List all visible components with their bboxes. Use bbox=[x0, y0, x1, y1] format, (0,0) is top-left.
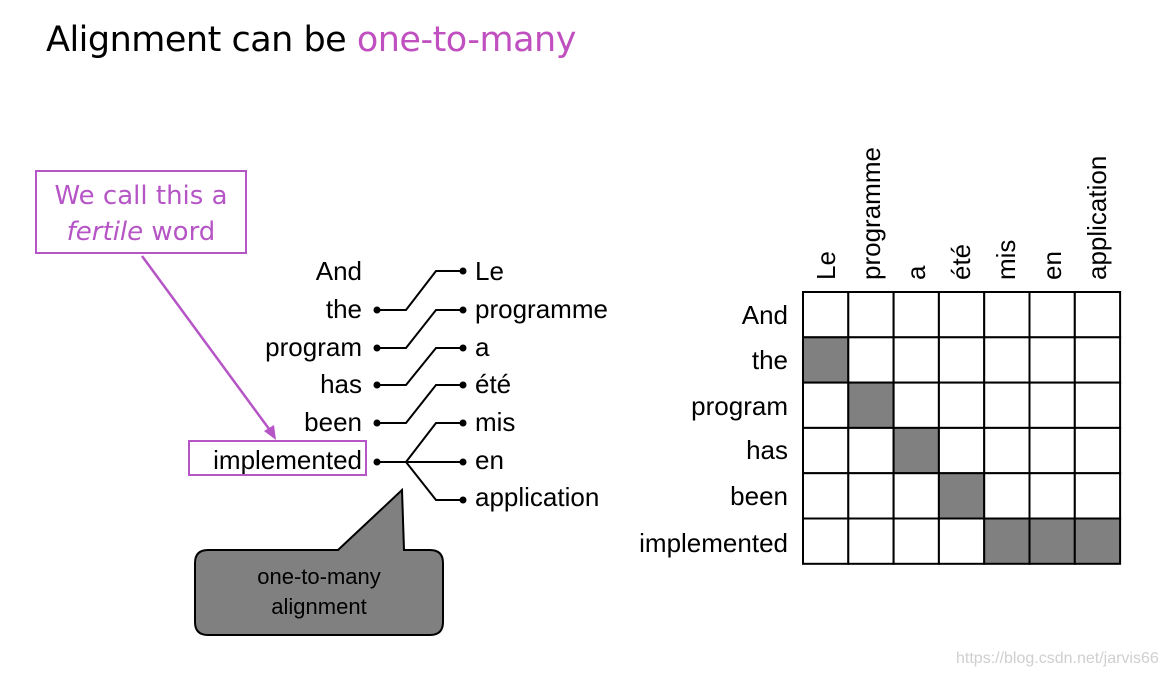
english-word-the: the bbox=[325, 294, 362, 324]
matrix-cell bbox=[1028, 336, 1076, 384]
english-word-been: been bbox=[304, 407, 362, 437]
matrix-cell bbox=[1028, 291, 1076, 339]
matrix-col-label: application bbox=[1082, 155, 1112, 280]
matrix-cell-aligned bbox=[1028, 517, 1076, 565]
matrix-cell bbox=[892, 472, 940, 520]
bubble-line2: alignment bbox=[271, 594, 367, 619]
matrix-cell bbox=[983, 472, 1031, 520]
matrix-cell-aligned bbox=[892, 426, 940, 475]
french-word-ete: été bbox=[475, 369, 512, 399]
matrix-row-label: been bbox=[730, 481, 788, 511]
matrix-cell bbox=[1073, 472, 1122, 520]
matrix-cell bbox=[983, 426, 1031, 475]
matrix-cell bbox=[1073, 291, 1122, 339]
matrix-cell-aligned bbox=[983, 517, 1031, 565]
matrix-cell bbox=[937, 291, 986, 339]
matrix-col-label: mis bbox=[991, 239, 1021, 280]
english-word-has: has bbox=[320, 369, 362, 399]
matrix-cell bbox=[892, 381, 940, 429]
matrix-cell bbox=[847, 291, 895, 339]
matrix-cell-aligned bbox=[847, 381, 895, 429]
matrix-cell bbox=[937, 426, 986, 475]
matrix-row-label: And bbox=[741, 300, 788, 330]
english-word-program: program bbox=[265, 332, 362, 362]
matrix-cell-aligned bbox=[937, 472, 986, 520]
matrix-cell-aligned bbox=[802, 336, 850, 384]
matrix-cell bbox=[1028, 381, 1076, 429]
matrix-cell bbox=[802, 291, 850, 339]
matrix-row-label: implemented bbox=[639, 528, 788, 558]
matrix-cell bbox=[1073, 381, 1122, 429]
alignment-connectors bbox=[377, 270, 463, 501]
matrix-row-label: program bbox=[691, 391, 788, 421]
alignment-matrix bbox=[802, 291, 1122, 565]
matrix-cell bbox=[892, 291, 940, 339]
fertile-word-highlight bbox=[188, 440, 367, 476]
matrix-cell bbox=[1028, 472, 1076, 520]
matrix-cell bbox=[802, 472, 850, 520]
matrix-cell bbox=[937, 517, 986, 565]
matrix-cell bbox=[937, 381, 986, 429]
matrix-cell bbox=[892, 517, 940, 565]
matrix-cell bbox=[937, 336, 986, 384]
matrix-col-label: programme bbox=[856, 147, 886, 280]
matrix-col-label: en bbox=[1037, 251, 1067, 280]
french-word-mis: mis bbox=[475, 407, 516, 437]
french-word-le: Le bbox=[475, 256, 504, 286]
matrix-cell bbox=[802, 517, 850, 565]
matrix-col-label: a bbox=[901, 265, 931, 280]
bubble-label: one-to-many alignment bbox=[196, 562, 442, 622]
french-word-a: a bbox=[475, 332, 490, 362]
matrix-row-label: has bbox=[746, 435, 788, 465]
matrix-cell bbox=[1073, 336, 1122, 384]
matrix-cell bbox=[983, 336, 1031, 384]
matrix-cell bbox=[847, 517, 895, 565]
matrix-cell bbox=[847, 472, 895, 520]
matrix-col-label: Le bbox=[811, 251, 841, 280]
bubble-line1: one-to-many bbox=[257, 564, 381, 589]
french-word-programme: programme bbox=[475, 294, 608, 324]
english-word-and: And bbox=[315, 256, 362, 286]
matrix-cell-aligned bbox=[1073, 517, 1122, 565]
french-word-en: en bbox=[475, 445, 504, 475]
matrix-cell bbox=[1073, 426, 1122, 475]
watermark: https://blog.csdn.net/jarvis66 bbox=[956, 650, 1159, 667]
matrix-cell bbox=[1028, 426, 1076, 475]
matrix-row-label: the bbox=[751, 345, 788, 375]
matrix-cell bbox=[847, 426, 895, 475]
matrix-col-label: été bbox=[946, 243, 976, 280]
french-word-application: application bbox=[475, 482, 600, 512]
matrix-cell bbox=[847, 336, 895, 384]
matrix-cell bbox=[892, 336, 940, 384]
matrix-cell bbox=[983, 291, 1031, 339]
matrix-cell bbox=[802, 426, 850, 475]
matrix-cell bbox=[983, 381, 1031, 429]
diagram-canvas bbox=[140, 255, 1122, 636]
matrix-cell bbox=[802, 381, 850, 429]
